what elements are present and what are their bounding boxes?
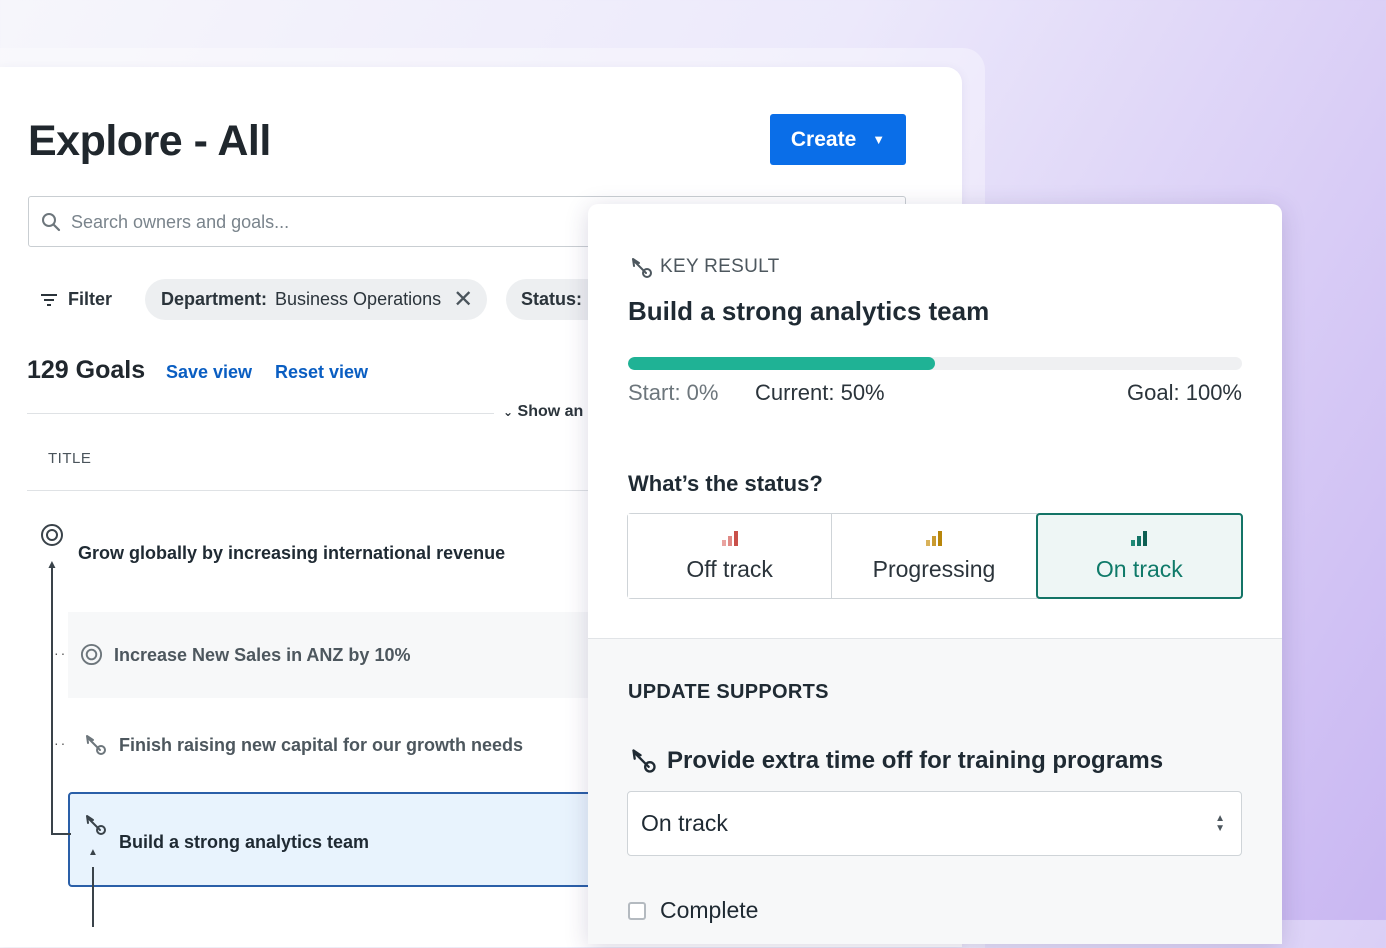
divider [27,490,607,491]
progress-fill [628,357,935,370]
filter-label: Filter [68,289,113,309]
status-bar [925,539,930,546]
progress-goal: Goal: 100% [1127,380,1242,405]
chip-key: Status: [521,289,583,309]
status-bar [931,535,936,546]
status-bar [1131,539,1136,546]
status-bar [721,539,726,546]
tree-connector [51,833,71,835]
status-option-label: Off track [686,555,773,582]
row-title[interactable]: Increase New Sales in ANZ by 10% [114,645,410,666]
page-title: Explore - All [28,117,271,165]
status-selector: Off track Progressing On track [627,513,1243,599]
goal-target-icon [80,643,103,666]
key-result-icon [632,258,652,278]
status-option-label: On track [1095,555,1183,582]
caret-down-icon: ▼ [872,132,886,147]
chevron-down-icon: ⌄ [503,405,514,419]
progress-start: Start: 0% [628,380,719,405]
status-bar [727,535,732,546]
bar-chart-icon [1131,530,1148,546]
filter-chip-department[interactable]: Department: Business Operations ✕ [145,279,488,320]
row-title[interactable]: Finish raising new capital for our growt… [119,735,523,756]
row-title[interactable]: Grow globally by increasing internationa… [78,543,505,564]
arrow-up-icon: ▲ [46,557,58,571]
progress-bar [628,357,1242,370]
select-arrows-icon: ▲ ▼ [1215,813,1225,834]
search-icon [42,213,61,232]
filter-button[interactable]: Filter [40,289,112,310]
status-bar [1137,535,1142,546]
tree-connector [92,867,94,927]
tree-connector [51,567,53,835]
key-result-icon [632,749,656,773]
status-option-label: Progressing [872,555,996,582]
chip-value: Business Operations [275,289,442,309]
create-label: Create [790,127,857,151]
update-supports-heading: UPDATE SUPPORTS [628,681,829,703]
bar-chart-icon [721,530,738,546]
create-button[interactable]: Create ▼ [770,114,906,165]
chip-key: Department: [161,289,268,309]
progress-current: Current: 50% [755,380,885,405]
update-supports-section: UPDATE SUPPORTS Provide extra time off f… [588,638,1282,944]
show-toggle[interactable]: ⌄ Show an [503,403,583,421]
status-question: What’s the status? [628,471,823,496]
show-toggle-label: Show an [517,403,584,420]
column-header-title: TITLE [48,450,92,467]
key-result-popover: KEY RESULT Build a strong analytics team… [588,204,1282,944]
key-result-title: Build a strong analytics team [628,296,990,326]
arrow-up-icon: ▲ [88,847,98,858]
key-result-icon [86,815,106,835]
key-result-icon [86,735,106,755]
key-result-label: KEY RESULT [660,256,780,277]
support-item-title: Provide extra time off for training prog… [667,747,1164,774]
status-option-progressing[interactable]: Progressing [832,514,1037,598]
bar-chart-icon [925,530,942,546]
status-option-off-track[interactable]: Off track [628,514,833,598]
reset-view-link[interactable]: Reset view [275,362,368,383]
status-bar [937,530,942,546]
row-title[interactable]: Build a strong analytics team [119,832,369,853]
goals-count: 129 Goals [27,356,146,384]
status-bar [1143,530,1148,546]
close-icon[interactable]: ✕ [453,287,473,312]
divider [27,413,494,414]
filter-icon [41,293,57,306]
tree-connector: ·· [54,735,68,751]
goal-target-icon [41,524,63,546]
complete-checkbox[interactable] [628,901,646,920]
select-value: On track [641,810,728,836]
support-status-select[interactable]: On track ▲ ▼ [627,791,1242,856]
search-input[interactable] [69,207,593,237]
status-option-on-track[interactable]: On track [1035,513,1243,599]
save-view-link[interactable]: Save view [166,362,252,383]
status-bar [733,530,738,546]
tree-connector: ·· [54,645,68,661]
